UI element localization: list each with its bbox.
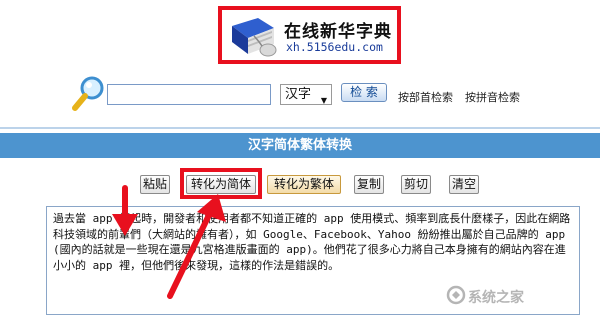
paste-button[interactable]: 粘贴 (140, 175, 170, 194)
page: 在线新华字典 xh.5156edu.com 汉字 ▼ 检 索 按部首检索 按拼音… (0, 0, 600, 315)
logo-title: 在线新华字典 (284, 22, 392, 42)
search-button[interactable]: 检 索 (341, 83, 387, 102)
cut-button[interactable]: 剪切 (401, 175, 431, 194)
copy-button[interactable]: 复制 (354, 175, 384, 194)
clear-button[interactable]: 清空 (449, 175, 479, 194)
watermark-text: 系统之家 (468, 290, 524, 306)
dictionary-book-icon (232, 18, 277, 57)
chevron-down-icon: ▼ (320, 96, 327, 105)
section-title: 汉字简体繁体转换 (0, 133, 600, 158)
convert-to-traditional-button[interactable]: 转化为繁体 (267, 175, 341, 194)
radical-search-link[interactable]: 按部首检索 (398, 89, 453, 105)
pinyin-search-link[interactable]: 按拼音检索 (465, 89, 520, 105)
search-type-select[interactable]: 汉字 ▼ (280, 84, 332, 105)
highlight-box (180, 168, 262, 199)
logo-url: xh.5156edu.com (286, 40, 383, 54)
search-input[interactable] (107, 84, 271, 105)
watermark-logo-icon (446, 285, 466, 305)
site-logo[interactable]: 在线新华字典 xh.5156edu.com (218, 6, 401, 64)
divider (0, 127, 600, 129)
search-type-value: 汉字 (285, 87, 312, 102)
magnifier-icon (72, 76, 104, 111)
